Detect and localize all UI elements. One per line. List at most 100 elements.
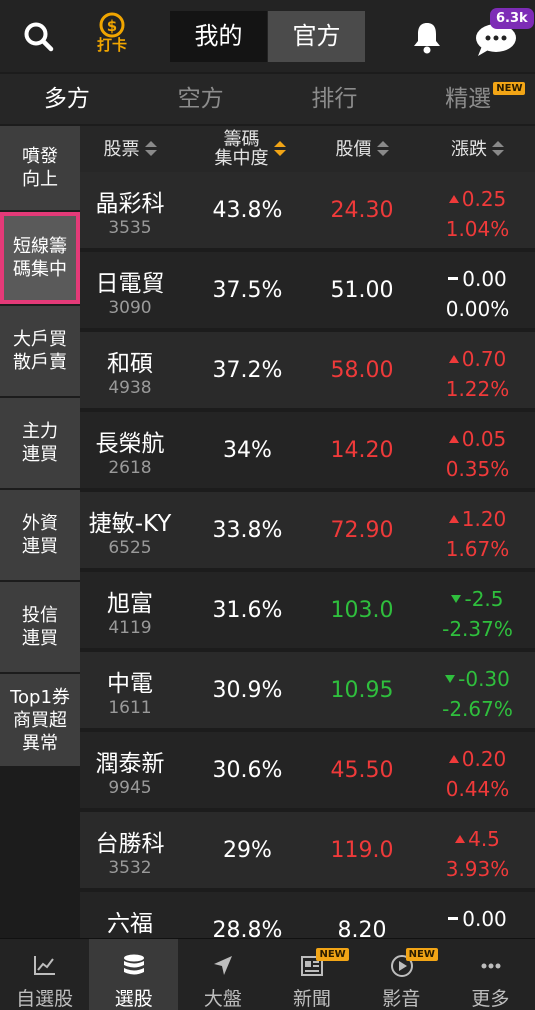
change-percent: 3.93%	[445, 857, 510, 881]
tab-short[interactable]: 空方	[134, 74, 268, 124]
change-line: 0.00	[425, 264, 530, 294]
table-row[interactable]: 和碩 4938 37.2% 58.00 0.70 1.22%	[80, 332, 535, 410]
header-label: 漲跌	[451, 138, 487, 160]
change-line: 0.05	[425, 424, 530, 454]
up-arrow-icon	[448, 195, 459, 203]
stock-code: 3090	[108, 298, 152, 318]
sidebar-item-breakout[interactable]: 噴發 向上	[0, 126, 80, 210]
nav-label: 影音	[382, 988, 421, 1010]
stock-name: 日電貿	[95, 271, 165, 297]
notification-button[interactable]	[408, 18, 446, 56]
concentration-value: 34%	[223, 438, 272, 463]
concentration-value: 28.8%	[212, 918, 283, 938]
flat-dash-icon	[448, 917, 459, 920]
price-value: 8.20	[337, 918, 387, 938]
chat-count-badge: 6.3k	[490, 8, 534, 29]
nav-video[interactable]: NEW 影音	[357, 939, 446, 1010]
change-value: -0.30	[458, 667, 510, 691]
down-arrow-icon	[451, 595, 462, 603]
header-price[interactable]: 股價	[312, 126, 412, 172]
header-change[interactable]: 漲跌	[425, 126, 530, 172]
nav-more[interactable]: 更多	[446, 939, 535, 1010]
change-line: 0.25	[425, 184, 530, 214]
sidebar-item-foreign-buy[interactable]: 外資 連買	[0, 490, 80, 580]
punch-card-button[interactable]: $ 打卡	[88, 12, 136, 60]
stock-code: 1611	[108, 698, 152, 718]
sidebar-item-label: 噴發 向上	[22, 146, 58, 190]
new-badge: NEW	[316, 948, 349, 961]
bell-icon	[414, 23, 440, 54]
concentration-value: 37.2%	[212, 358, 283, 383]
table-row[interactable]: 台勝科 3532 29% 119.0 4.5 3.93%	[80, 812, 535, 890]
nav-market[interactable]: 大盤	[178, 939, 267, 1010]
up-arrow-icon	[448, 355, 459, 363]
sort-icon	[492, 140, 504, 158]
table-row[interactable]: 中電 1611 30.9% 10.95 -0.30 -2.67%	[80, 652, 535, 730]
change-cell: 0.70 1.22%	[425, 344, 530, 404]
concentration-value: 29%	[223, 838, 272, 863]
change-percent: -2.37%	[442, 617, 513, 641]
segment-official[interactable]: 官方	[268, 11, 365, 62]
concentration-value: 30.6%	[212, 758, 283, 783]
change-value: 0.05	[461, 427, 507, 451]
sort-icon	[376, 140, 389, 158]
table-row[interactable]: 捷敏-KY 6525 33.8% 72.90 1.20 1.67%	[80, 492, 535, 570]
chart-line-icon	[34, 956, 55, 975]
change-value: 1.20	[461, 507, 507, 531]
change-value: 0.25	[461, 187, 507, 211]
stock-name: 中電	[107, 671, 153, 697]
nav-watchlist[interactable]: 自選股	[0, 939, 89, 1010]
header-concentration[interactable]: 籌碼 集中度	[200, 126, 300, 172]
change-cell: 4.5 3.93%	[425, 824, 530, 884]
stock-name: 和碩	[107, 351, 153, 377]
nav-label: 新聞	[293, 988, 332, 1010]
sidebar-item-big-buy-small-sell[interactable]: 大戶買 散戶賣	[0, 306, 80, 396]
sidebar-item-top1-broker[interactable]: Top1券 商買超 異常	[0, 674, 80, 766]
tab-ranking[interactable]: 排行	[268, 74, 402, 124]
tab-featured[interactable]: 精選 NEW	[401, 74, 535, 124]
header-stock[interactable]: 股票	[80, 126, 180, 172]
header-label: 籌碼 集中度	[214, 129, 269, 169]
nav-label: 更多	[471, 988, 510, 1010]
price-value: 10.95	[330, 678, 394, 703]
nav-news[interactable]: NEW 新聞	[267, 939, 356, 1010]
sidebar-item-label: 主力 連買	[22, 421, 58, 465]
table-row[interactable]: 旭富 4119 31.6% 103.0 -2.5 -2.37%	[80, 572, 535, 650]
change-value: 0.70	[461, 347, 507, 371]
change-line: 4.5	[425, 824, 530, 854]
table-row[interactable]: 晶彩科 3535 43.8% 24.30 0.25 1.04%	[80, 172, 535, 250]
change-cell: -2.5 -2.37%	[425, 584, 530, 644]
sidebar-item-trust-buy[interactable]: 投信 連買	[0, 582, 80, 672]
stock-name: 六福	[107, 911, 153, 937]
stock-code: 3532	[108, 858, 152, 878]
tab-label: 多方	[43, 86, 90, 112]
stock-list: 晶彩科 3535 43.8% 24.30 0.25 1.04% 日電貿 3090 37.5% 51…	[80, 172, 535, 938]
price-value: 58.00	[330, 358, 394, 383]
table-row[interactable]: 六福 28.8% 8.20 0.00	[80, 892, 535, 938]
sidebar-item-label: 大戶買 散戶賣	[13, 329, 67, 373]
tab-long[interactable]: 多方	[0, 74, 134, 124]
search-button[interactable]	[20, 18, 60, 58]
change-line: -0.30	[425, 664, 530, 694]
table-row[interactable]: 長榮航 2618 34% 14.20 0.05 0.35%	[80, 412, 535, 490]
top-bar: $ 打卡 我的 官方 6.3k	[0, 0, 535, 72]
nav-stock-picker[interactable]: 選股	[89, 939, 179, 1010]
header-label: 股票	[103, 138, 140, 160]
price-value: 45.50	[330, 758, 394, 783]
stock-code: 4938	[108, 378, 152, 398]
change-percent: 1.67%	[445, 537, 510, 561]
sidebar-item-short-term-concentration[interactable]: 短線籌 碼集中	[0, 212, 80, 304]
sidebar-item-main-force-buy[interactable]: 主力 連買	[0, 398, 80, 488]
change-line: 0.00	[425, 904, 530, 934]
table-row[interactable]: 日電貿 3090 37.5% 51.00 0.00 0.00%	[80, 252, 535, 330]
segment-mine[interactable]: 我的	[170, 11, 267, 62]
change-line: 0.20	[425, 744, 530, 774]
change-value: 0.20	[461, 747, 507, 771]
price-value: 14.20	[330, 438, 394, 463]
concentration-value: 31.6%	[212, 598, 283, 623]
table-row[interactable]: 潤泰新 9945 30.6% 45.50 0.20 0.44%	[80, 732, 535, 810]
change-value: 0.00	[462, 267, 507, 291]
price-value: 51.00	[330, 278, 394, 303]
sidebar-item-label: 外資 連買	[22, 513, 58, 557]
search-icon	[24, 22, 54, 52]
